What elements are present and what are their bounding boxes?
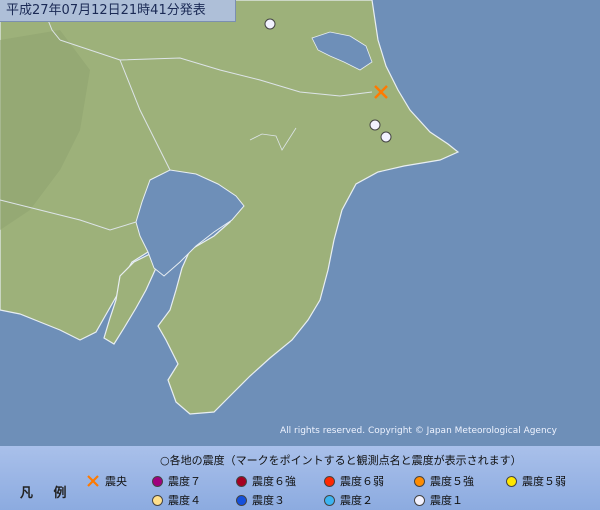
- legend-label: 震度４: [168, 494, 201, 507]
- legend-item-shindo5-weak: 震度５弱: [506, 473, 566, 489]
- shindo6-weak-dot: [324, 475, 335, 487]
- legend-item-shindo6-weak: 震度６弱: [324, 473, 384, 489]
- legend-label: 震度１: [430, 494, 463, 507]
- shindo5-weak-dot: [506, 475, 517, 487]
- station-marker[interactable]: [369, 119, 381, 131]
- announcement-time: 平成27年07月12日21時41分発表: [0, 0, 236, 22]
- shindo5-strong-dot: [414, 475, 425, 487]
- map-canvas: [0, 0, 600, 446]
- legend-epicenter-label: 震央: [105, 475, 127, 488]
- legend-item-shindo4: 震度４: [152, 492, 201, 508]
- shindo7-dot: [152, 475, 163, 487]
- legend-label: 震度５弱: [522, 475, 566, 488]
- copyright-notice: All rights reserved. Copyright © Japan M…: [280, 426, 557, 436]
- legend-item-shindo3: 震度３: [236, 492, 285, 508]
- legend-label: 震度３: [252, 494, 285, 507]
- station-marker[interactable]: [380, 131, 392, 143]
- x-mark-icon: [87, 475, 99, 487]
- legend-label: 震度６強: [252, 475, 296, 488]
- legend-item-shindo7: 震度７: [152, 473, 201, 489]
- shindo2-dot: [324, 494, 335, 506]
- legend-item-shindo2: 震度２: [324, 492, 373, 508]
- legend-label: 震度７: [168, 475, 201, 488]
- legend-note: ○各地の震度（マークをポイントすると観測点名と震度が表示されます）: [160, 454, 522, 467]
- legend-title: 凡 例: [20, 486, 75, 501]
- legend-item-shindo6-strong: 震度６強: [236, 473, 296, 489]
- legend-label: 震度６弱: [340, 475, 384, 488]
- legend-item-shindo5-strong: 震度５強: [414, 473, 474, 489]
- shindo4-dot: [152, 494, 163, 506]
- shindo1-dot: [414, 494, 425, 506]
- shindo3-dot: [236, 494, 247, 506]
- legend-label: 震度５強: [430, 475, 474, 488]
- legend-label: 震度２: [340, 494, 373, 507]
- shindo6-strong-dot: [236, 475, 247, 487]
- station-marker[interactable]: [264, 18, 276, 30]
- legend-item-epicenter: 震央: [86, 473, 127, 489]
- legend-item-shindo1: 震度１: [414, 492, 463, 508]
- earthquake-intensity-map: 平成27年07月12日21時41分発表 All rights reserved.…: [0, 0, 600, 510]
